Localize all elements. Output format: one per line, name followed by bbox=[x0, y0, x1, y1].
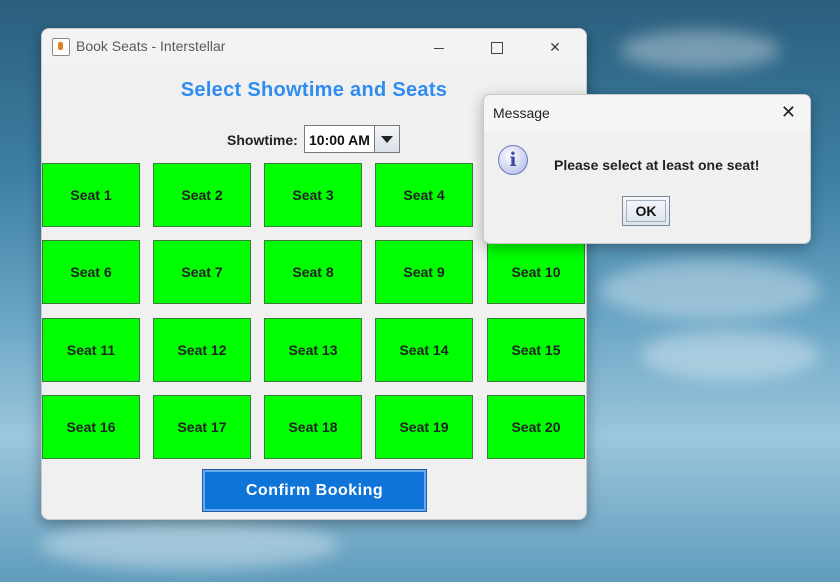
background-cloud bbox=[600, 260, 820, 320]
seat-button[interactable]: Seat 7 bbox=[153, 240, 251, 304]
seat-button[interactable]: Seat 3 bbox=[264, 163, 362, 227]
maximize-icon bbox=[491, 42, 503, 55]
seat-button[interactable]: Seat 13 bbox=[264, 318, 362, 382]
seat-button[interactable]: Seat 17 bbox=[153, 395, 251, 459]
ok-button-label: OK bbox=[635, 203, 657, 219]
seat-button[interactable]: Seat 12 bbox=[153, 318, 251, 382]
dialog-message: Please select at least one seat! bbox=[554, 157, 760, 173]
seat-button[interactable]: Seat 6 bbox=[42, 240, 140, 304]
confirm-booking-button[interactable]: Confirm Booking bbox=[202, 469, 427, 512]
java-app-icon bbox=[52, 38, 70, 56]
message-dialog: Message ✕ i Please select at least one s… bbox=[483, 94, 811, 244]
window-title: Book Seats - Interstellar bbox=[76, 38, 226, 54]
minimize-button[interactable] bbox=[416, 33, 462, 61]
seat-button[interactable]: Seat 15 bbox=[487, 318, 585, 382]
seat-button[interactable]: Seat 8 bbox=[264, 240, 362, 304]
seat-button[interactable]: Seat 9 bbox=[375, 240, 473, 304]
seat-button[interactable]: Seat 18 bbox=[264, 395, 362, 459]
chevron-down-icon[interactable] bbox=[374, 126, 399, 152]
seat-button[interactable]: Seat 10 bbox=[487, 240, 585, 304]
close-icon[interactable]: ✕ bbox=[781, 103, 796, 121]
ok-button[interactable]: OK bbox=[622, 196, 670, 226]
maximize-button[interactable] bbox=[474, 33, 520, 61]
showtime-select[interactable]: 10:00 AM bbox=[304, 125, 400, 153]
seat-button[interactable]: Seat 1 bbox=[42, 163, 140, 227]
title-bar[interactable]: Book Seats - Interstellar ✕ bbox=[42, 29, 586, 65]
background-cloud bbox=[620, 30, 780, 70]
seat-button[interactable]: Seat 16 bbox=[42, 395, 140, 459]
background-cloud bbox=[640, 330, 820, 380]
dialog-title: Message bbox=[493, 105, 550, 121]
seat-button[interactable]: Seat 11 bbox=[42, 318, 140, 382]
background-cloud bbox=[40, 520, 340, 570]
close-icon: ✕ bbox=[549, 39, 561, 55]
seat-button[interactable]: Seat 2 bbox=[153, 163, 251, 227]
seat-button[interactable]: Seat 19 bbox=[375, 395, 473, 459]
seat-button[interactable]: Seat 20 bbox=[487, 395, 585, 459]
seat-button[interactable]: Seat 4 bbox=[375, 163, 473, 227]
minimize-icon bbox=[434, 47, 444, 49]
seat-button[interactable]: Seat 14 bbox=[375, 318, 473, 382]
dialog-title-bar[interactable]: Message ✕ bbox=[484, 95, 810, 131]
info-icon: i bbox=[498, 145, 528, 175]
showtime-selected-value: 10:00 AM bbox=[309, 132, 370, 148]
showtime-label: Showtime: bbox=[227, 132, 298, 148]
close-button[interactable]: ✕ bbox=[532, 33, 578, 61]
